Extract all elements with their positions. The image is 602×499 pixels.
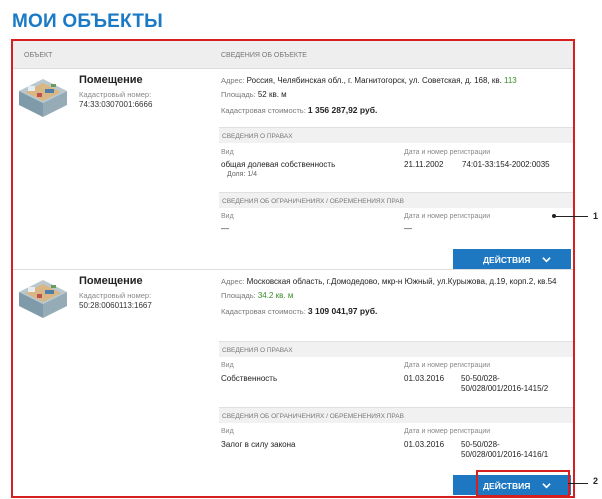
area-value: 34.2 кв. м — [257, 291, 294, 300]
area-line: Площадь: 52 кв. м — [221, 90, 571, 100]
address-line: Адрес: Россия, Челябинская обл., г. Магн… — [221, 76, 571, 86]
cadastral-number-label: Кадастровый номер: — [79, 291, 152, 300]
restrictions-section-header: СВЕДЕНИЯ ОБ ОГРАНИЧЕНИЯХ / ОБРЕМЕНЕНИЯХ … — [219, 407, 573, 423]
column-header-info: СВЕДЕНИЯ ОБ ОБЪЕКТЕ — [221, 52, 307, 59]
address-label: Адрес: — [221, 76, 245, 85]
cost-line: Кадастровая стоимость: 3 109 041,97 руб. — [221, 306, 571, 317]
callout-line — [554, 216, 588, 217]
address-value: Московская область, г.Домодедово, мкр-н … — [246, 277, 557, 286]
object-card-2: Помещение Кадастровый номер: 50:28:00601… — [13, 269, 573, 496]
callout-number-1: 1 — [593, 211, 599, 221]
page-title: МОИ ОБЪЕКТЫ — [12, 11, 163, 32]
area-line: Площадь: 34.2 кв. м — [221, 291, 571, 301]
area-label: Площадь: — [221, 90, 256, 99]
restrictions-section-header: СВЕДЕНИЯ ОБ ОГРАНИЧЕНИЯХ / ОБРЕМЕНЕНИЯХ … — [219, 192, 573, 208]
cost-value: 3 109 041,97 руб. — [307, 306, 378, 316]
room-illustration-icon — [19, 280, 67, 318]
object-card-1: Помещение Кадастровый номер: 74:33:03070… — [13, 69, 573, 269]
rights-kind-label: Вид — [221, 362, 234, 369]
cost-label: Кадастровая стоимость: — [221, 106, 306, 115]
column-header-object: ОБЪЕКТ — [24, 52, 53, 59]
cadastral-number: 50:28:0060113:1667 — [79, 301, 152, 310]
address-apartment: 113 — [503, 76, 517, 85]
restrictions-reg-label: Дата и номер регистрации — [404, 213, 491, 220]
rights-number-part2: 50/028/001/2016-1415/2 — [461, 384, 549, 393]
restrictions-kind-label: Вид — [221, 428, 234, 435]
rights-date: 01.03.2016 — [404, 374, 445, 383]
callout-number-2: 2 — [593, 476, 599, 486]
cost-label: Кадастровая стоимость: — [221, 307, 306, 316]
restrictions-number-part2: 50/028/001/2016-1416/1 — [461, 450, 549, 459]
address-line: Адрес: Московская область, г.Домодедово,… — [221, 277, 571, 287]
object-info: Адрес: Россия, Челябинская обл., г. Магн… — [221, 76, 571, 116]
rights-reg-label: Дата и номер регистрации — [404, 149, 491, 156]
area-label: Площадь: — [221, 291, 256, 300]
restrictions-reg-label: Дата и номер регистрации — [404, 428, 491, 435]
address-label: Адрес: — [221, 277, 245, 286]
cadastral-number-label: Кадастровый номер: — [79, 90, 152, 99]
callout-line — [568, 483, 588, 484]
rights-kind-label: Вид — [221, 149, 234, 156]
highlight-box — [476, 470, 570, 497]
rights-section-header: СВЕДЕНИЯ О ПРАВАХ — [219, 341, 573, 357]
room-illustration-icon — [19, 79, 67, 117]
restrictions-reg: — — [404, 224, 412, 233]
cost-value: 1 356 287,92 руб. — [307, 105, 378, 115]
restrictions-kind: Залог в силу закона — [221, 440, 296, 449]
table-header: ОБЪЕКТ СВЕДЕНИЯ ОБ ОБЪЕКТЕ — [13, 41, 573, 69]
rights-kind: Собственность — [221, 374, 278, 383]
object-type: Помещение — [79, 275, 143, 287]
rights-share: Доля: 1/4 — [227, 171, 258, 178]
restrictions-kind: — — [221, 224, 229, 233]
address-value: Россия, Челябинская обл., г. Магнитогорс… — [246, 76, 502, 85]
area-value: 52 кв. м — [257, 90, 287, 99]
cost-line: Кадастровая стоимость: 1 356 287,92 руб. — [221, 105, 571, 116]
actions-button-label: ДЕЙСТВИЯ — [483, 255, 531, 265]
object-info: Адрес: Московская область, г.Домодедово,… — [221, 277, 571, 317]
rights-date: 21.11.2002 — [404, 160, 444, 169]
rights-number: 74:01-33:154-2002:0035 — [462, 160, 550, 169]
objects-panel: ОБЪЕКТ СВЕДЕНИЯ ОБ ОБЪЕКТЕ Помещение Кад… — [11, 39, 575, 498]
rights-kind: общая долевая собственность — [221, 160, 336, 169]
object-type: Помещение — [79, 74, 143, 86]
actions-button[interactable]: ДЕЙСТВИЯ — [453, 249, 571, 269]
restrictions-kind-label: Вид — [221, 213, 234, 220]
rights-number-part1: 50-50/028- — [461, 374, 500, 383]
cadastral-number: 74:33:0307001:6666 — [79, 100, 153, 109]
chevron-down-icon — [542, 257, 551, 263]
rights-section-header: СВЕДЕНИЯ О ПРАВАХ — [219, 127, 573, 143]
rights-reg-label: Дата и номер регистрации — [404, 362, 491, 369]
restrictions-date: 01.03.2016 — [404, 440, 445, 449]
restrictions-number-part1: 50-50/028- — [461, 440, 500, 449]
